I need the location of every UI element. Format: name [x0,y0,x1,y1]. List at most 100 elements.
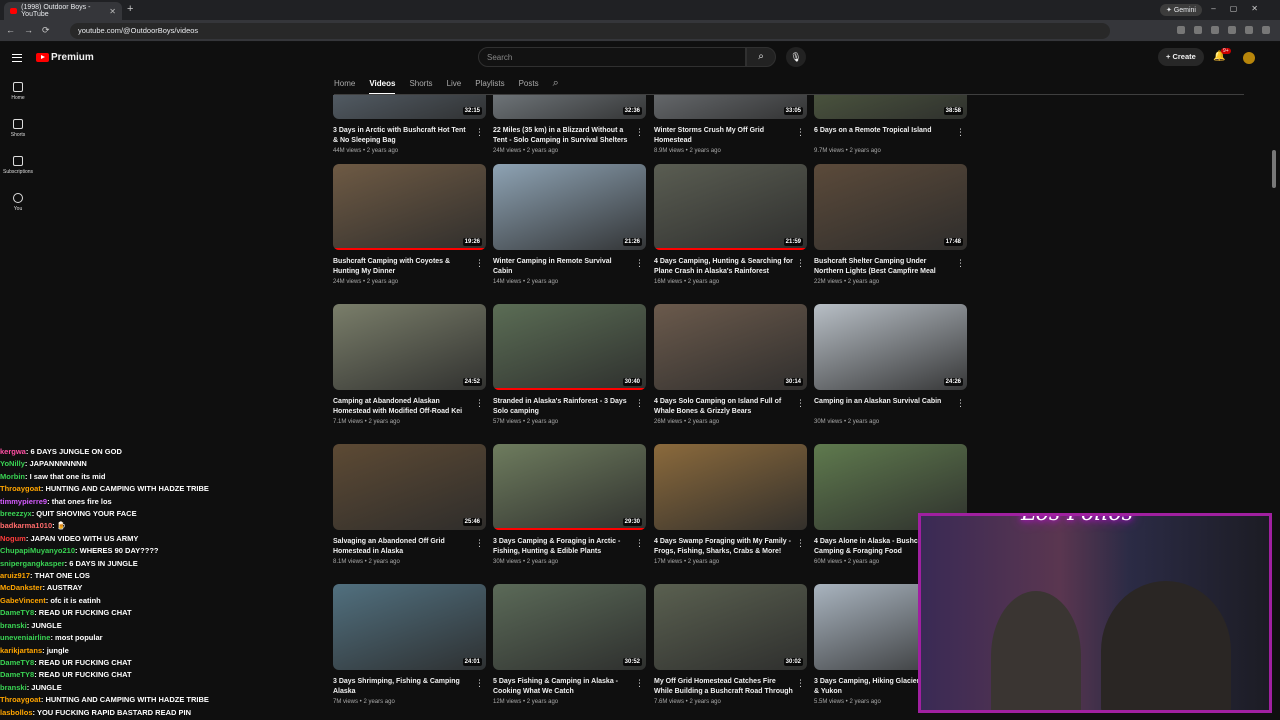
video-title[interactable]: My Off Grid Homestead Catches Fire While… [654,677,807,697]
more-options-icon[interactable]: ⋮ [475,538,484,549]
video-card[interactable]: 4 Days Swamp Foraging with My Family - F… [654,444,807,565]
more-options-icon[interactable]: ⋮ [635,127,644,138]
video-card[interactable]: 17:48 Bushcraft Shelter Camping Under Nor… [814,164,967,285]
more-options-icon[interactable]: ⋮ [635,398,644,409]
search-input[interactable]: Search [478,47,746,67]
video-card[interactable]: 21:59 4 Days Camping, Hunting & Searching… [654,164,807,285]
more-options-icon[interactable]: ⋮ [956,398,965,409]
video-title[interactable]: Camping at Abandoned Alaskan Homestead w… [333,397,486,417]
video-thumbnail[interactable]: 30:14 [654,304,807,390]
video-thumbnail[interactable]: 30:02 [654,584,807,670]
more-options-icon[interactable]: ⋮ [635,678,644,689]
more-options-icon[interactable]: ⋮ [635,258,644,269]
video-card[interactable]: 30:14 4 Days Solo Camping on Island Full … [654,304,807,425]
url-field[interactable]: youtube.com/@OutdoorBoys/videos [70,23,1110,39]
video-title[interactable]: Camping in an Alaskan Survival Cabin [814,397,967,417]
more-options-icon[interactable]: ⋮ [475,678,484,689]
video-meta: 8.9M views • 2 years ago [654,148,721,154]
video-title[interactable]: 3 Days in Arctic with Bushcraft Hot Tent… [333,126,486,146]
video-thumbnail[interactable]: 24:52 [333,304,486,390]
more-options-icon[interactable]: ⋮ [635,538,644,549]
hamburger-menu-icon[interactable] [12,54,22,62]
chat-username: Morbin [0,471,25,481]
video-card[interactable]: 30:40 Stranded in Alaska's Rainforest - 3… [493,304,646,425]
channel-tabs: Home Videos Shorts Live Playlists Posts ⌕ [334,77,559,95]
video-card[interactable]: 19:26 Bushcraft Camping with Coyotes & Hu… [333,164,486,285]
video-title[interactable]: Salvaging an Abandoned Off Grid Homestea… [333,537,486,557]
video-title[interactable]: Winter Camping in Remote Survival Cabin [493,257,646,277]
video-meta: 8.1M views • 2 years ago [333,559,400,565]
chat-message: DameTY8: READ UR FUCKING CHAT [0,657,132,667]
video-thumbnail[interactable]: 24:26 [814,304,967,390]
video-title[interactable]: 6 Days on a Remote Tropical Island [814,126,967,146]
video-card[interactable]: 30:52 5 Days Fishing & Camping in Alaska … [493,584,646,705]
chat-text: ofc it is eatinh [50,595,101,605]
search-icon[interactable]: ⌕ [746,47,776,67]
video-thumbnail[interactable]: 19:26 [333,164,486,250]
video-thumbnail[interactable]: 30:40 [493,304,646,390]
video-title[interactable]: 4 Days Swamp Foraging with My Family - F… [654,537,807,557]
more-options-icon[interactable]: ⋮ [796,258,805,269]
more-options-icon[interactable]: ⋮ [475,127,484,138]
video-title[interactable]: 4 Days Camping, Hunting & Searching for … [654,257,807,277]
tab-videos[interactable]: Videos [369,79,396,95]
duration-badge: 17:48 [943,238,963,246]
chat-username: breezzyx [0,509,32,519]
chat-message: timmypierre9: that ones fire los [0,496,112,506]
new-tab-icon[interactable]: + [127,3,133,15]
video-thumbnail[interactable] [654,444,807,530]
scrollbar[interactable] [1272,150,1276,188]
tab-home[interactable]: Home [334,79,355,88]
close-tab-icon[interactable]: ✕ [109,7,116,16]
more-options-icon[interactable]: ⋮ [796,398,805,409]
video-title[interactable]: 22 Miles (35 km) in a Blizzard Without a… [493,126,646,146]
more-options-icon[interactable]: ⋮ [475,398,484,409]
more-options-icon[interactable]: ⋮ [796,127,805,138]
video-card[interactable]: 21:26 Winter Camping in Remote Survival C… [493,164,646,285]
tab-live[interactable]: Live [447,79,462,88]
tab-posts[interactable]: Posts [519,79,539,88]
video-title[interactable]: Stranded in Alaska's Rainforest - 3 Days… [493,397,646,417]
more-options-icon[interactable]: ⋮ [956,127,965,138]
video-title[interactable]: 4 Days Solo Camping on Island Full of Wh… [654,397,807,417]
video-title[interactable]: 3 Days Shrimping, Fishing & Camping Alas… [333,677,486,697]
video-card[interactable]: 24:01 3 Days Shrimping, Fishing & Camping… [333,584,486,705]
video-meta: 24M views • 2 years ago [333,279,399,285]
youtube-logo[interactable]: Premium [36,52,94,63]
duration-badge: 38:58 [943,107,963,115]
more-options-icon[interactable]: ⋮ [796,678,805,689]
tab-shorts[interactable]: Shorts [409,79,432,88]
video-card[interactable]: 24:52 Camping at Abandoned Alaskan Homest… [333,304,486,425]
nav-buttons[interactable]: ←→⟳ [6,25,59,36]
create-button[interactable]: + Create [1158,48,1204,66]
gemini-button[interactable]: ✦ Gemini [1160,4,1202,16]
video-thumbnail[interactable]: 21:59 [654,164,807,250]
video-title[interactable]: Bushcraft Shelter Camping Under Northern… [814,257,967,277]
video-card[interactable]: 25:46 Salvaging an Abandoned Off Grid Hom… [333,444,486,565]
tab-playlists[interactable]: Playlists [475,79,504,88]
video-card[interactable]: 30:02 My Off Grid Homestead Catches Fire … [654,584,807,705]
video-card[interactable]: 24:26 Camping in an Alaskan Survival Cabi… [814,304,967,425]
video-thumbnail[interactable]: 29:30 [493,444,646,530]
video-title[interactable]: 3 Days Camping & Foraging in Arctic - Fi… [493,537,646,557]
mic-icon[interactable]: 🎙 [786,47,806,67]
video-thumbnail[interactable]: 30:52 [493,584,646,670]
duration-badge: 29:30 [622,518,642,526]
browser-tab[interactable]: (1998) Outdoor Boys - YouTube ✕ [4,2,122,20]
video-title[interactable]: Bushcraft Camping with Coyotes & Hunting… [333,257,486,277]
more-options-icon[interactable]: ⋮ [475,258,484,269]
more-options-icon[interactable]: ⋮ [796,538,805,549]
video-thumbnail[interactable]: 21:26 [493,164,646,250]
video-card[interactable]: 29:30 3 Days Camping & Foraging in Arctic… [493,444,646,565]
video-title[interactable]: Winter Storms Crush My Off Grid Homestea… [654,126,807,146]
video-thumbnail[interactable]: 17:48 [814,164,967,250]
window-controls[interactable]: –▢✕ [1211,4,1272,13]
video-thumbnail[interactable]: 25:46 [333,444,486,530]
video-thumbnail[interactable]: 24:01 [333,584,486,670]
extensions[interactable] [1177,26,1270,34]
channel-search-icon[interactable]: ⌕ [553,77,559,90]
more-options-icon[interactable]: ⋮ [956,258,965,269]
video-title[interactable]: 5 Days Fishing & Camping in Alaska - Coo… [493,677,646,697]
chat-message: DameTY8: READ UR FUCKING CHAT [0,670,132,680]
avatar[interactable] [1243,52,1255,64]
